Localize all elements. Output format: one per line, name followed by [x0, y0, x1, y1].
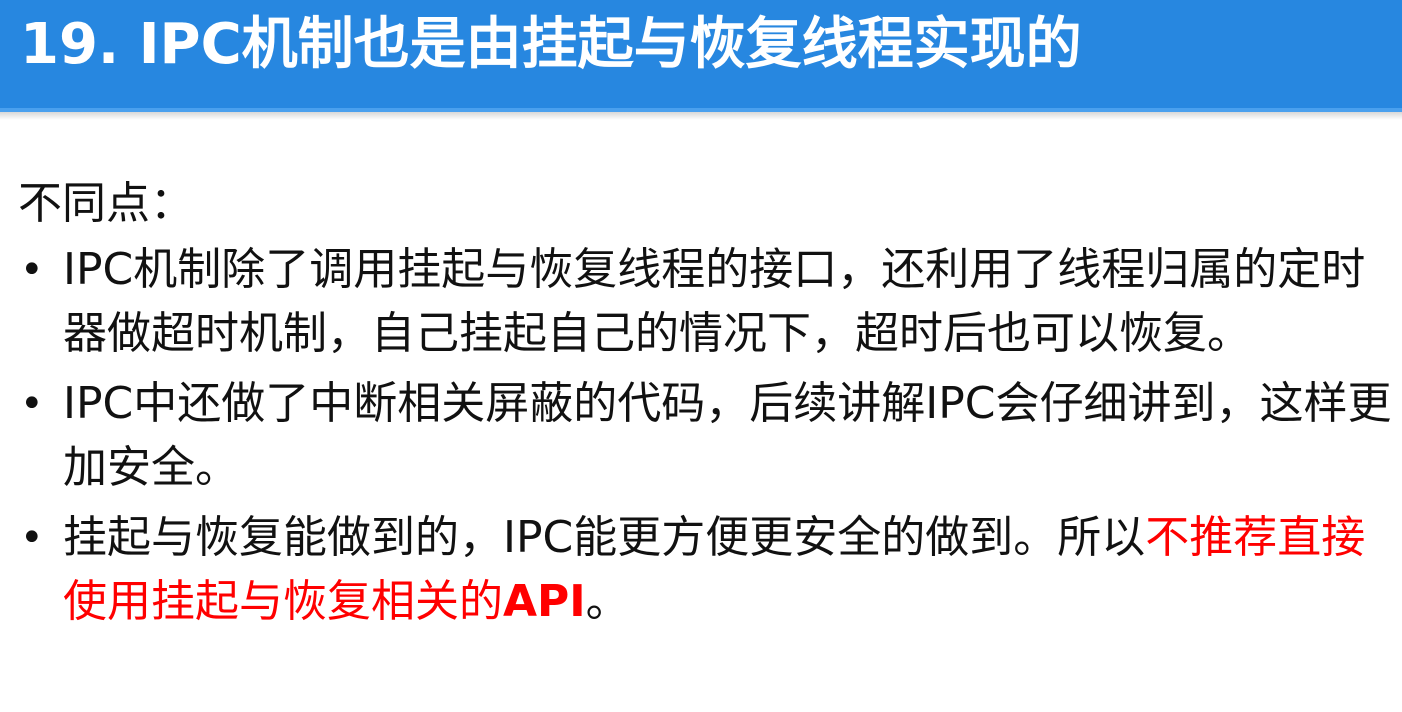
slide-title: 19. IPC机制也是由挂起与恢复线程实现的	[20, 12, 1082, 77]
bullet-text: IPC机制除了调用挂起与恢复线程的接口，还利用了线程归属的定时器做超时机制，自己…	[63, 244, 1366, 359]
bullet-text-end: 。	[585, 576, 630, 627]
bullet-item: • IPC机制除了调用挂起与恢复线程的接口，还利用了线程归属的定时器做超时机制，…	[18, 238, 1393, 366]
bullet-icon: •	[20, 381, 44, 427]
bullet-icon: •	[20, 515, 44, 561]
bullet-text: 挂起与恢复能做到的，IPC能更方便更安全的做到。所以	[63, 512, 1146, 563]
emphasis-api: API	[503, 576, 586, 627]
section-heading: 不同点：	[18, 178, 194, 229]
bullet-list: • IPC机制除了调用挂起与恢复线程的接口，还利用了线程归属的定时器做超时机制，…	[18, 238, 1393, 634]
bullet-text: IPC中还做了中断相关屏蔽的代码，后续讲解IPC会仔细讲到，这样更加安全。	[63, 378, 1392, 493]
slide: 19. IPC机制也是由挂起与恢复线程实现的 不同点： • IPC机制除了调用挂…	[0, 0, 1402, 712]
title-divider	[0, 112, 1402, 120]
bullet-item: • 挂起与恢复能做到的，IPC能更方便更安全的做到。所以不推荐直接使用挂起与恢复…	[18, 506, 1393, 634]
bullet-item: • IPC中还做了中断相关屏蔽的代码，后续讲解IPC会仔细讲到，这样更加安全。	[18, 372, 1393, 500]
title-bar: 19. IPC机制也是由挂起与恢复线程实现的	[0, 0, 1402, 112]
bullet-icon: •	[20, 247, 44, 293]
slide-body: 不同点： • IPC机制除了调用挂起与恢复线程的接口，还利用了线程归属的定时器做…	[18, 172, 1393, 640]
